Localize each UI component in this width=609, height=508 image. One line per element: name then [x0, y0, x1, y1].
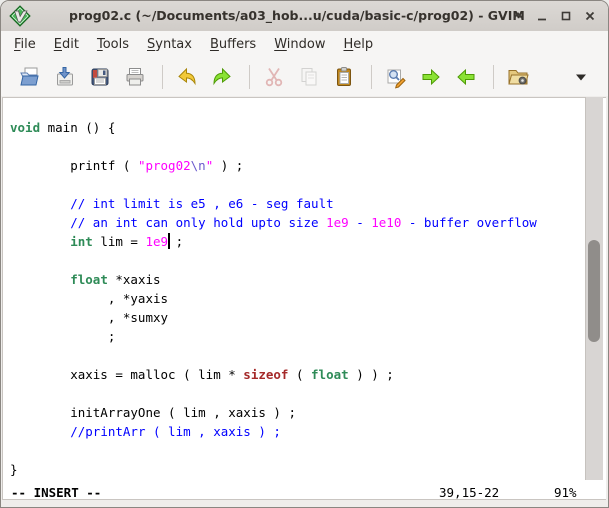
toolbar-separator: [249, 65, 250, 89]
code-line[interactable]: // an int can only hold upto size 1e9 - …: [10, 213, 537, 232]
toolbar-separator: [371, 65, 372, 89]
scroll-percentage: 91%: [554, 485, 577, 501]
titlebar[interactable]: prog02.c (~/Documents/a03_hob...u/cuda/b…: [1, 1, 608, 32]
toolbar-overflow-icon[interactable]: [568, 64, 594, 90]
menu-edit[interactable]: Edit: [45, 33, 88, 56]
minimize-button[interactable]: [533, 7, 550, 24]
redo-icon[interactable]: [209, 64, 235, 90]
undo-icon[interactable]: [174, 64, 200, 90]
code-line[interactable]: [10, 137, 537, 156]
code-line[interactable]: [10, 346, 537, 365]
code-line[interactable]: }: [10, 460, 537, 479]
code-line[interactable]: initArrayOne ( lim , xaxis ) ;: [10, 403, 537, 422]
code-line[interactable]: , *sumxy: [10, 308, 537, 327]
code-line[interactable]: [10, 175, 537, 194]
code-line[interactable]: void main () {: [10, 118, 537, 137]
print-icon[interactable]: [122, 64, 148, 90]
code-line[interactable]: [10, 441, 537, 460]
menu-buffers[interactable]: Buffers: [201, 33, 265, 56]
menubar: File Edit Tools Syntax Buffers Window He…: [1, 31, 608, 57]
scrollbar-thumb[interactable]: [588, 240, 600, 342]
close-button[interactable]: [581, 7, 598, 24]
cut-icon: [261, 64, 287, 90]
copy-icon: [296, 64, 322, 90]
gvim-window: prog02.c (~/Documents/a03_hob...u/cuda/b…: [0, 0, 609, 508]
code-line[interactable]: [10, 251, 537, 270]
find-prev-icon[interactable]: [453, 64, 479, 90]
paste-icon[interactable]: [331, 64, 357, 90]
toolbar: [1, 57, 608, 97]
load-session-icon[interactable]: [505, 64, 531, 90]
code-line[interactable]: [10, 384, 537, 403]
menu-window[interactable]: Window: [265, 33, 334, 56]
ruler-position: 39,15-22: [439, 485, 499, 501]
shade-button[interactable]: [509, 7, 526, 24]
vertical-scrollbar[interactable]: [585, 97, 603, 480]
text-area[interactable]: void main () { printf ( "prog02\n" ) ; /…: [2, 97, 606, 500]
save-icon[interactable]: [52, 64, 78, 90]
editor-frame: void main () { printf ( "prog02\n" ) ; /…: [1, 96, 608, 507]
code-line[interactable]: printf ( "prog02\n" ) ;: [10, 156, 537, 175]
code-line[interactable]: xaxis = malloc ( lim * sizeof ( float ) …: [10, 365, 537, 384]
code-line[interactable]: [10, 99, 537, 118]
code-line[interactable]: float *xaxis: [10, 270, 537, 289]
maximize-button[interactable]: [557, 7, 574, 24]
code-line[interactable]: // int limit is e5 , e6 - seg fault: [10, 194, 537, 213]
window-title: prog02.c (~/Documents/a03_hob...u/cuda/b…: [69, 8, 525, 23]
vim-logo-icon: [9, 5, 31, 31]
vim-mode-indicator: -- INSERT --: [11, 485, 101, 501]
code-line[interactable]: //printArr ( lim , xaxis ) ;: [10, 422, 537, 441]
code-line[interactable]: int lim = 1e9 ;: [10, 232, 537, 251]
menu-tools[interactable]: Tools: [88, 33, 138, 56]
code-lines: void main () { printf ( "prog02\n" ) ; /…: [10, 99, 537, 479]
toolbar-separator: [493, 65, 494, 89]
open-icon[interactable]: [17, 64, 43, 90]
menu-syntax[interactable]: Syntax: [138, 33, 201, 56]
menu-help[interactable]: Help: [334, 33, 382, 56]
save-all-icon[interactable]: [87, 64, 113, 90]
menu-file[interactable]: File: [5, 33, 45, 56]
find-replace-icon[interactable]: [383, 64, 409, 90]
code-line[interactable]: ;: [10, 327, 537, 346]
code-line[interactable]: , *yaxis: [10, 289, 537, 308]
find-next-icon[interactable]: [418, 64, 444, 90]
toolbar-separator: [162, 65, 163, 89]
